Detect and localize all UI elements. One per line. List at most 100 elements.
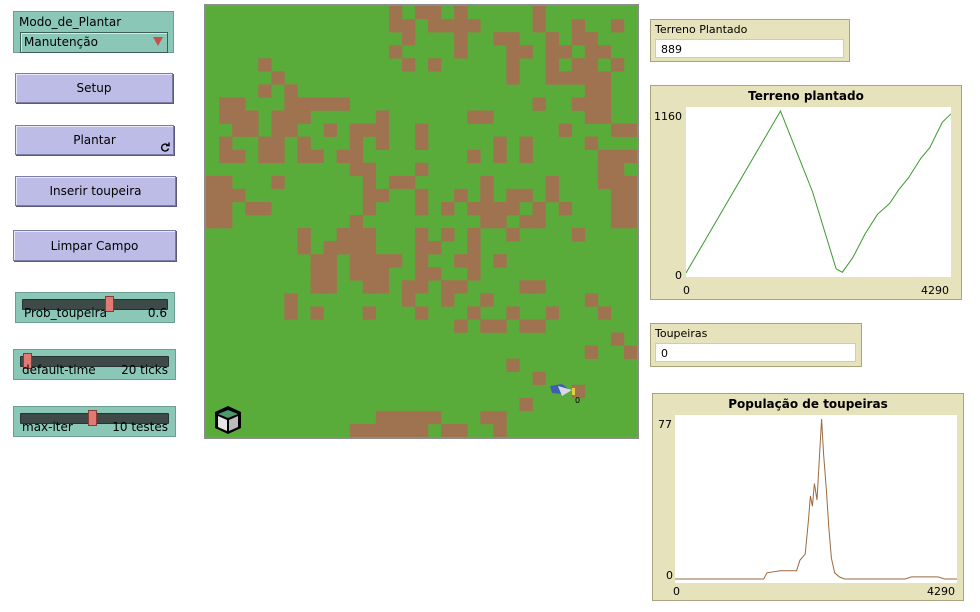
plot-title: Terreno plantado	[748, 89, 864, 103]
inserir-toupeira-label: Inserir toupeira	[49, 184, 142, 198]
dirt-patch	[467, 201, 481, 216]
modo-de-plantar-chooser[interactable]: Modo_de_Plantar Manutenção	[13, 11, 174, 53]
dirt-patch	[610, 58, 625, 72]
dirt-patch	[584, 71, 599, 85]
dirt-patch	[493, 410, 507, 425]
dirt-patch	[428, 58, 442, 72]
dropdown-triangle-icon	[153, 37, 163, 46]
monitor-label: Terreno Plantado	[655, 23, 748, 36]
dirt-patch	[219, 136, 233, 150]
y-max-tick: 77	[658, 418, 672, 431]
limpar-campo-button[interactable]: Limpar Campo	[13, 230, 176, 261]
terreno-plantado-plot: Terreno plantado 1160 0 0 4290	[650, 85, 962, 300]
y-min-tick: 0	[666, 569, 673, 582]
dirt-patch	[284, 84, 298, 98]
chooser-label: Modo_de_Plantar	[19, 15, 122, 29]
dirt-patch	[362, 254, 377, 268]
dirt-patch	[388, 6, 403, 20]
dirt-patch	[284, 306, 298, 320]
dirt-patch	[428, 19, 442, 33]
dirt-patch	[467, 241, 481, 255]
dirt-patch	[375, 188, 390, 203]
dirt-patch	[232, 110, 246, 124]
dirt-patch	[506, 358, 520, 372]
dirt-patch	[493, 254, 507, 268]
dirt-patch	[362, 188, 377, 203]
prob-toupeira-slider[interactable]: Prob_toupeira 0.6	[15, 292, 175, 323]
dirt-patch	[323, 254, 337, 268]
dirt-patch	[362, 201, 377, 216]
max-iter-slider[interactable]: max-iter 10 testes	[13, 406, 176, 437]
dirt-patch	[271, 123, 285, 137]
dirt-patch	[558, 123, 572, 137]
dirt-patch	[506, 45, 520, 59]
dirt-patch	[310, 149, 324, 164]
dirt-patch	[206, 175, 220, 190]
setup-button[interactable]: Setup	[15, 73, 173, 103]
dirt-patch	[623, 149, 637, 164]
dirt-patch	[297, 228, 311, 242]
dirt-patch	[493, 32, 507, 46]
dirt-patch	[584, 110, 599, 124]
dirt-patch	[336, 97, 350, 111]
dirt-patch	[414, 306, 429, 320]
dirt-patch	[545, 175, 559, 190]
chooser-value: Manutenção	[24, 35, 98, 49]
dirt-patch	[623, 201, 637, 216]
dirt-patch	[258, 58, 272, 72]
dirt-patch	[506, 71, 520, 85]
x-max-tick: 4290	[927, 585, 955, 598]
slider-knob[interactable]	[88, 410, 98, 426]
dirt-patch	[297, 110, 311, 124]
dirt-patch	[271, 175, 285, 190]
dirt-patch	[454, 319, 468, 333]
dirt-patch	[519, 214, 533, 229]
dirt-patch	[323, 267, 337, 281]
dirt-patch	[597, 110, 612, 124]
dirt-patch	[480, 214, 494, 229]
monitor-value: 0	[655, 343, 856, 362]
dirt-patch	[532, 19, 546, 33]
dirt-patch	[597, 162, 612, 177]
default-time-slider[interactable]: default-time 20 ticks	[13, 349, 176, 380]
dirt-patch	[219, 149, 233, 164]
dirt-patch	[532, 214, 546, 229]
dirt-patch	[388, 254, 403, 268]
dirt-patch	[362, 123, 377, 137]
dirt-patch	[388, 175, 403, 190]
slider-value: 0.6	[147, 306, 167, 320]
dirt-patch	[454, 45, 468, 59]
dirt-patch	[401, 175, 416, 190]
dirt-patch	[375, 136, 390, 150]
dirt-patch	[258, 136, 272, 150]
dirt-patch	[532, 371, 546, 386]
dirt-patch	[545, 188, 559, 203]
plantar-button[interactable]: Plantar	[15, 125, 174, 155]
dirt-patch	[571, 228, 586, 242]
world-view[interactable]: 0	[204, 4, 639, 439]
dirt-patch	[245, 110, 259, 124]
forever-icon	[160, 142, 170, 152]
dirt-patch	[597, 45, 612, 59]
dirt-patch	[336, 241, 350, 255]
dirt-patch	[467, 306, 481, 320]
dirt-patch	[545, 45, 559, 59]
dirt-patch	[349, 214, 364, 229]
dirt-patch	[480, 410, 494, 425]
dirt-patch	[506, 228, 520, 242]
dirt-patch	[441, 201, 455, 216]
dirt-patch	[245, 201, 259, 216]
series-line	[675, 418, 957, 580]
dirt-patch	[519, 136, 533, 150]
dirt-patch	[610, 123, 625, 137]
dirt-patches	[206, 6, 637, 437]
dirt-patch	[519, 397, 533, 412]
dirt-patch	[375, 280, 390, 294]
inserir-toupeira-button[interactable]: Inserir toupeira	[15, 176, 176, 206]
dirt-patch	[323, 123, 337, 137]
dirt-patch	[414, 123, 429, 137]
dirt-patch	[414, 136, 429, 150]
chooser-select[interactable]: Manutenção	[20, 32, 168, 53]
dirt-patch	[480, 175, 494, 190]
dirt-patch	[375, 254, 390, 268]
